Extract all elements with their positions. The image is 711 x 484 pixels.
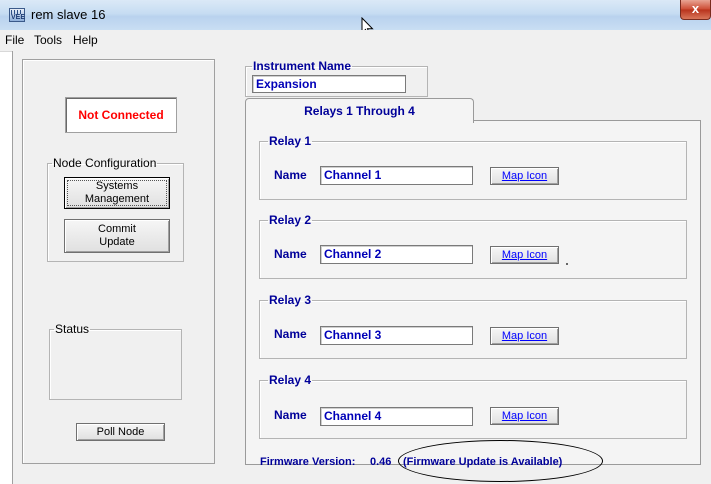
menu-help[interactable]: Help	[73, 33, 98, 47]
app-icon: VEE	[9, 8, 25, 22]
instrument-name-label: Instrument Name	[253, 59, 352, 73]
relay-4-name-field[interactable]: Channel 4	[320, 407, 473, 426]
status-label: Status	[55, 322, 90, 336]
relay-4-group: Relay 4	[259, 373, 687, 439]
systems-management-button[interactable]: Systems Management	[64, 177, 170, 209]
connection-status: Not Connected	[65, 97, 177, 133]
close-button[interactable]: x	[680, 0, 711, 20]
firmware-version-label: Firmware Version:	[260, 456, 356, 468]
relay-1-label: Relay 1	[269, 134, 312, 148]
tab-relays-1-through-4[interactable]: Relays 1 Through 4	[245, 98, 474, 123]
relay-1-map-icon-button[interactable]: Map Icon	[490, 167, 559, 185]
relay-1-name-field[interactable]: Channel 1	[320, 166, 473, 185]
relay-3-label: Relay 3	[269, 293, 312, 307]
title-bar: VEE rem slave 16 x	[0, 0, 711, 37]
relay-1-name-label: Name	[274, 168, 307, 182]
systems-button-line2: Management	[84, 193, 150, 205]
firmware-version-value: 0.46	[370, 456, 392, 468]
relay-4-map-icon-button[interactable]: Map Icon	[490, 407, 559, 425]
relay-2-name-field[interactable]: Channel 2	[320, 245, 473, 264]
relay-3-map-icon-button[interactable]: Map Icon	[490, 327, 559, 345]
relay-2-name-label: Name	[274, 247, 307, 261]
relay-3-name-field[interactable]: Channel 3	[320, 326, 473, 345]
relay-3-name-label: Name	[274, 327, 307, 341]
status-group: Status	[49, 322, 182, 400]
highlight-ellipse	[398, 440, 603, 482]
menu-file[interactable]: File	[5, 33, 24, 47]
close-icon: x	[691, 1, 700, 16]
node-configuration-label: Node Configuration	[53, 156, 157, 170]
systems-button-line1: Systems	[95, 180, 139, 192]
relay-4-name-label: Name	[274, 408, 307, 422]
relay-4-label: Relay 4	[269, 373, 312, 387]
commit-button-line2: Update	[99, 236, 135, 248]
relay-2-label: Relay 2	[269, 213, 312, 227]
commit-button-line1: Commit	[98, 223, 136, 235]
window-title: rem slave 16	[31, 7, 106, 22]
commit-update-button[interactable]: Commit Update	[64, 219, 170, 253]
instrument-name-field[interactable]: Expansion	[252, 75, 406, 93]
relay-2-map-icon-button[interactable]: Map Icon	[490, 246, 559, 264]
stray-pixel	[566, 263, 568, 265]
poll-node-button[interactable]: Poll Node	[76, 423, 165, 441]
menu-bar: File Tools Help	[0, 30, 711, 52]
menu-tools[interactable]: Tools	[34, 33, 62, 47]
